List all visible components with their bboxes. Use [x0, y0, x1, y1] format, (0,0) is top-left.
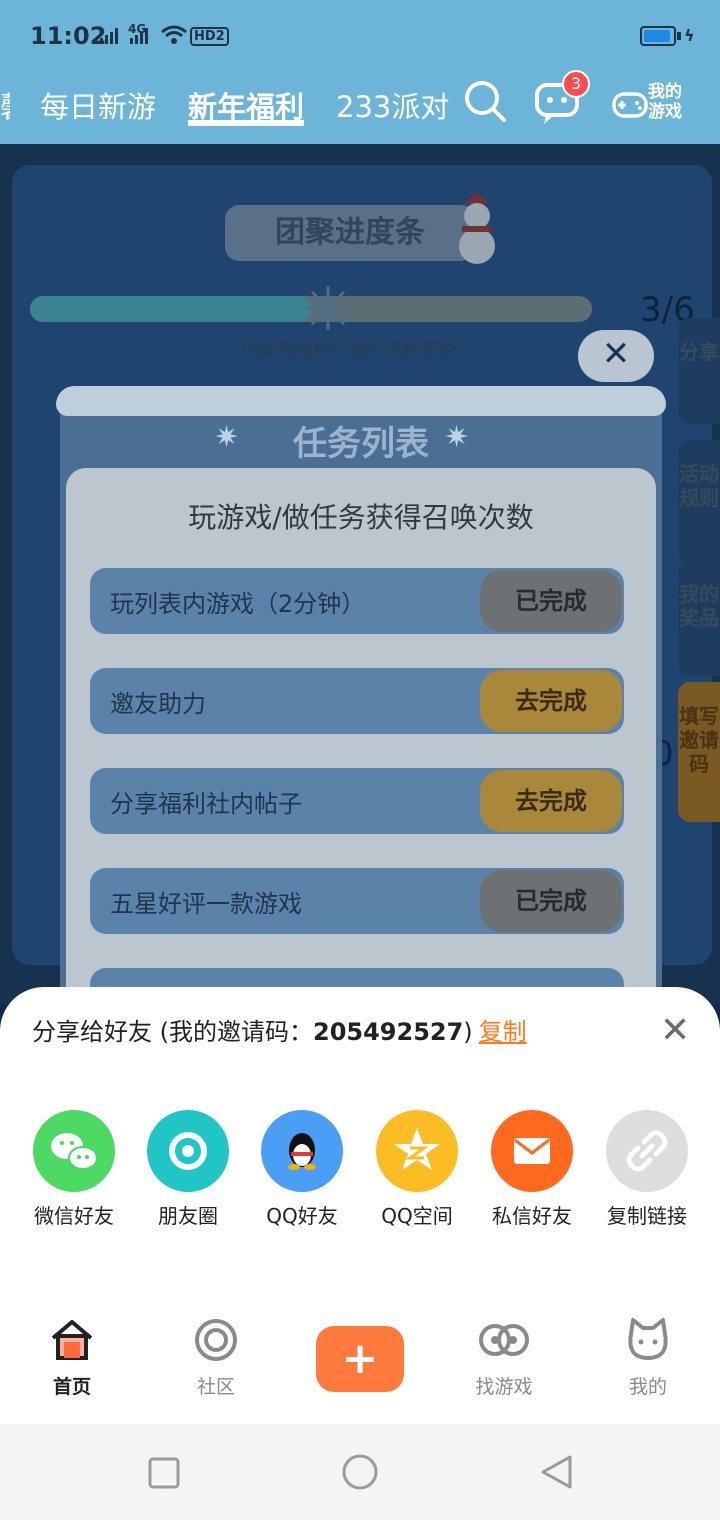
- tab-new-year-benefits[interactable]: 新年福利: [188, 84, 304, 126]
- task-row: 邀友助力 去完成: [90, 668, 624, 734]
- nav-label: 社区: [196, 1376, 235, 1398]
- qq-icon: [261, 1110, 343, 1192]
- tab-partial[interactable]: 馨: [0, 84, 10, 126]
- task-status-button[interactable]: 去完成: [480, 670, 622, 732]
- message-badge: 3: [562, 70, 590, 98]
- nav-label: 首页: [52, 1376, 91, 1398]
- task-row: 玩列表内游戏（2分钟） 已完成: [90, 568, 624, 634]
- hd-label: HD2: [190, 27, 229, 46]
- task-row: 分享福利社内帖子 去完成: [90, 768, 624, 834]
- nav-home[interactable]: 首页: [27, 1318, 117, 1399]
- snowflake-right-icon: ✷: [444, 420, 470, 455]
- share-option-label: 朋友圈: [158, 1204, 218, 1228]
- event-title: 团聚进度条: [225, 205, 475, 261]
- share-title-prefix: 分享给好友 (我的邀请码：: [32, 1018, 313, 1046]
- system-nav-bar: [0, 1424, 720, 1520]
- nav-find-games[interactable]: 找游戏: [459, 1318, 549, 1399]
- side-tab-rules[interactable]: 活动规则: [678, 440, 720, 564]
- share-qzone[interactable]: QQ空间: [362, 1110, 472, 1229]
- qzone-icon: [376, 1110, 458, 1192]
- task-name: 邀友助力: [110, 690, 206, 718]
- share-option-label: 复制链接: [607, 1204, 687, 1228]
- copy-invite-code-link[interactable]: 复制: [479, 1018, 527, 1046]
- link-icon: [606, 1110, 688, 1192]
- share-moments[interactable]: 朋友圈: [133, 1110, 243, 1229]
- side-tab-share[interactable]: 分享: [678, 318, 720, 424]
- signal-icon: [100, 26, 124, 49]
- share-option-label: 私信好友: [492, 1204, 572, 1228]
- battery-icon: [640, 26, 676, 46]
- share-option-label: 微信好友: [34, 1204, 114, 1228]
- share-qq-friends[interactable]: QQ好友: [247, 1110, 357, 1229]
- share-sheet-title: 分享给好友 (我的邀请码：205492527) 复制: [32, 1012, 527, 1047]
- status-bar: 11:02 4G HD2 ϟ: [0, 0, 720, 70]
- search-icon[interactable]: [462, 78, 508, 128]
- share-option-label: QQ好友: [266, 1204, 338, 1228]
- share-wechat-friends[interactable]: 微信好友: [19, 1110, 129, 1229]
- create-post-button[interactable]: +: [316, 1326, 404, 1392]
- community-icon: [171, 1318, 261, 1366]
- task-list-title: 任务列表: [293, 424, 429, 464]
- share-private-message[interactable]: 私信好友: [477, 1110, 587, 1229]
- top-nav: 馨 每日新游 新年福利 233派对 3 我的游戏: [0, 70, 720, 144]
- invite-code: 205492527: [313, 1018, 464, 1046]
- task-status-button[interactable]: 去完成: [480, 770, 622, 832]
- tab-daily-new-games[interactable]: 每日新游: [40, 84, 156, 126]
- moments-icon: [147, 1110, 229, 1192]
- signal-2-icon: [130, 26, 154, 49]
- snowman-icon: [452, 190, 502, 270]
- share-copy-link[interactable]: 复制链接: [592, 1110, 702, 1229]
- progress-fill: [30, 296, 311, 322]
- wifi-icon: [160, 24, 188, 49]
- share-sheet-close-icon[interactable]: ✕: [660, 1010, 690, 1051]
- home-system-icon[interactable]: [341, 1453, 379, 1495]
- task-name: 五星好评一款游戏: [110, 890, 302, 918]
- task-status-button[interactable]: 已完成: [480, 570, 622, 632]
- task-row: 五星好评一款游戏 已完成: [90, 868, 624, 934]
- nav-me[interactable]: 我的: [603, 1318, 693, 1399]
- side-tab-invite-code[interactable]: 填写邀请码: [678, 682, 720, 822]
- task-list-body: [66, 468, 656, 1028]
- gamepad-icon: [612, 86, 648, 126]
- status-time: 11:02: [30, 22, 107, 50]
- snowflake-marker-icon: [302, 282, 354, 338]
- home-icon: [27, 1318, 117, 1366]
- share-title-suffix: ): [463, 1018, 473, 1046]
- task-name: 分享福利社内帖子: [110, 790, 302, 818]
- task-status-button[interactable]: 已完成: [480, 870, 622, 932]
- progress-note: 团聚完成即可随心选择奖励: [242, 340, 458, 361]
- mail-icon: [491, 1110, 573, 1192]
- profile-cat-icon: [603, 1318, 693, 1366]
- close-icon: ✕: [601, 334, 631, 374]
- nav-label: 找游戏: [475, 1376, 533, 1398]
- modal-close-button[interactable]: ✕: [578, 330, 654, 382]
- task-list-subtitle: 玩游戏/做任务获得召唤次数: [188, 501, 534, 534]
- tab-233-party[interactable]: 233派对: [336, 84, 449, 126]
- task-name: 玩列表内游戏（2分钟）: [110, 590, 366, 618]
- charging-icon: ϟ: [684, 26, 695, 45]
- share-option-label: QQ空间: [381, 1204, 453, 1228]
- find-games-icon: [459, 1318, 549, 1366]
- side-tab-my-prizes[interactable]: 我的奖品: [678, 560, 720, 676]
- recent-apps-icon[interactable]: [148, 1457, 180, 1493]
- snow-decoration: [56, 386, 666, 416]
- my-games-button[interactable]: 我的游戏: [612, 80, 692, 130]
- wechat-icon: [33, 1110, 115, 1192]
- nav-label: 我的: [628, 1376, 667, 1398]
- nav-community[interactable]: 社区: [171, 1318, 261, 1399]
- back-icon[interactable]: [538, 1454, 574, 1494]
- my-games-label: 我的游戏: [648, 82, 682, 122]
